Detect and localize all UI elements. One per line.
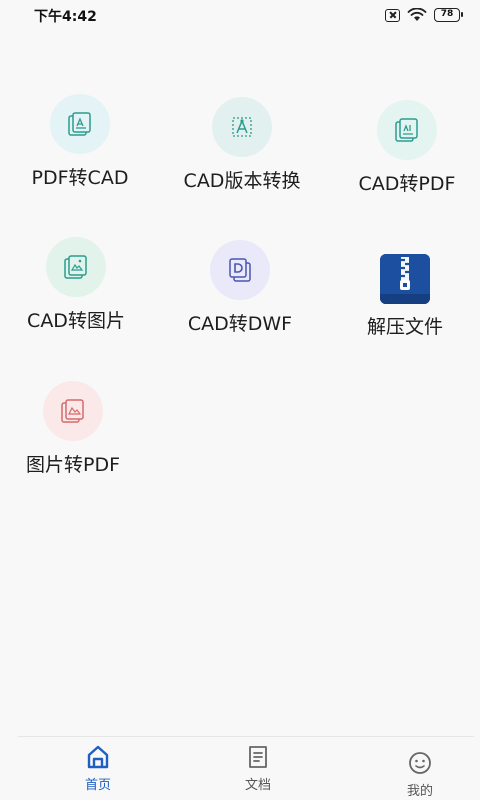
status-bar: 下午4:42 78 bbox=[0, 0, 480, 34]
tool-label: CAD转DWF bbox=[187, 313, 293, 335]
nav-label: 首页 bbox=[84, 778, 111, 793]
tool-label: CAD转图片 bbox=[27, 310, 125, 332]
tool-label: 图片转PDF bbox=[25, 454, 121, 476]
tool-label: PDF转CAD bbox=[31, 167, 129, 189]
tool-cad-version-convert[interactable]: CAD版本转换 bbox=[167, 95, 317, 205]
pdf-to-cad-icon bbox=[50, 94, 110, 154]
tool-image-to-pdf[interactable]: 图片转PDF bbox=[0, 379, 148, 489]
tool-label: 解压文件 bbox=[366, 316, 444, 338]
tool-unzip-file[interactable]: 解压文件 bbox=[330, 250, 480, 360]
tool-label: CAD转PDF bbox=[358, 173, 456, 195]
nav-item-profile[interactable]: 我的 bbox=[390, 749, 450, 800]
battery-indicator: 78 bbox=[434, 8, 463, 22]
no-sim-icon bbox=[385, 8, 400, 22]
image-to-pdf-icon bbox=[43, 381, 103, 441]
nav-label: 我的 bbox=[406, 784, 433, 799]
cad-to-dwf-icon bbox=[210, 240, 270, 300]
cad-to-image-icon bbox=[46, 237, 106, 297]
zip-archive-icon bbox=[380, 254, 430, 304]
nav-label: 文档 bbox=[244, 778, 271, 793]
tool-pdf-to-cad[interactable]: PDF转CAD bbox=[5, 92, 155, 202]
home-icon bbox=[87, 745, 109, 769]
nav-item-home[interactable]: 首页 bbox=[68, 743, 128, 799]
tool-cad-to-image[interactable]: CAD转图片 bbox=[1, 235, 151, 345]
profile-icon bbox=[409, 752, 431, 774]
cad-to-pdf-icon bbox=[377, 100, 437, 160]
cad-version-convert-icon bbox=[212, 97, 272, 157]
bottom-nav: 首页 文档 我的 bbox=[18, 736, 474, 800]
status-icons: 78 bbox=[385, 8, 463, 22]
home-screen: 下午4:42 78 PDF转CAD CAD版本转换 CAD转PDF CAD转图片… bbox=[0, 0, 480, 800]
tool-cad-to-dwf[interactable]: CAD转DWF bbox=[165, 238, 315, 348]
status-time: 下午4:42 bbox=[34, 9, 97, 25]
nav-item-documents[interactable]: 文档 bbox=[228, 743, 288, 799]
wifi-icon bbox=[407, 8, 427, 21]
tool-cad-to-pdf[interactable]: CAD转PDF bbox=[332, 98, 480, 208]
tool-label: CAD版本转换 bbox=[183, 170, 301, 192]
document-icon bbox=[249, 746, 267, 768]
